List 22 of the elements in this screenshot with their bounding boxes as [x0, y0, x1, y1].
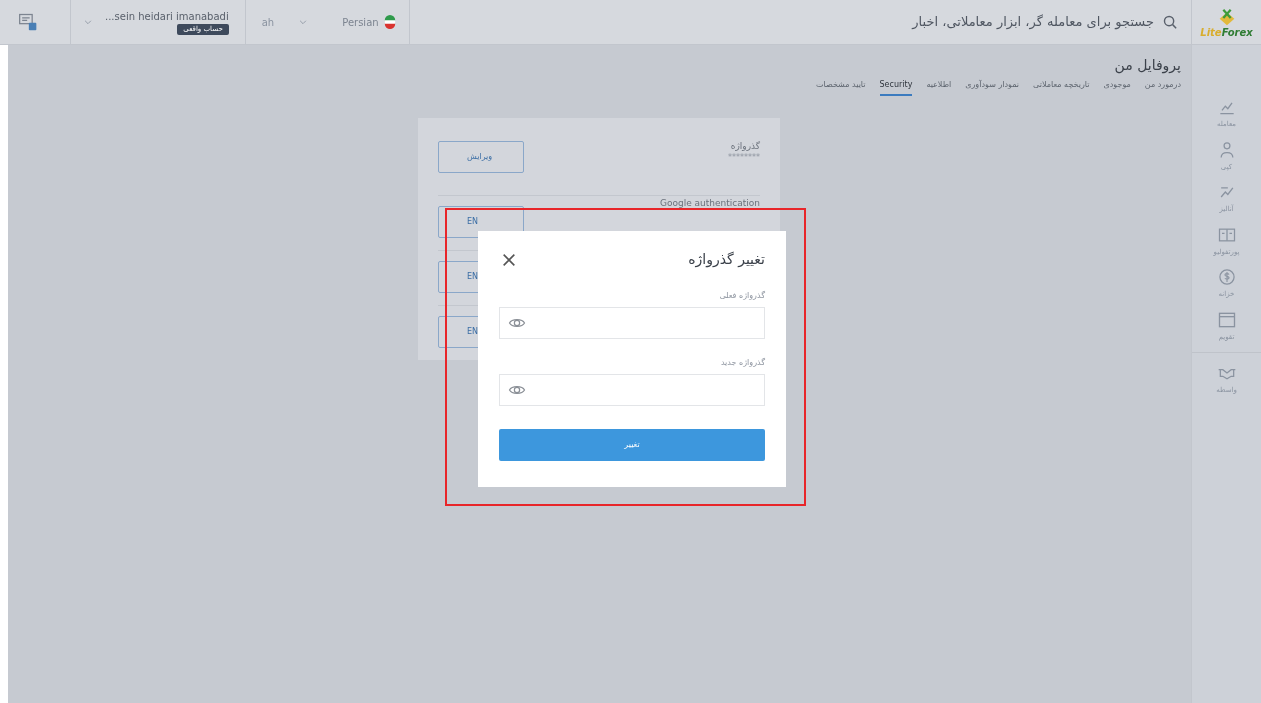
profile-tab[interactable]: اطلاعیه — [926, 78, 952, 96]
setting-label: گذرواژه — [730, 140, 760, 152]
logo-text: Forex — [1221, 27, 1253, 38]
profile-tab[interactable]: تاریخچه معاملاتی — [1033, 78, 1090, 96]
profile-tab[interactable]: Security — [879, 78, 913, 96]
profile-tab[interactable]: درمورد من — [1144, 78, 1181, 96]
field-label: گذرواژه جدید — [719, 357, 765, 369]
language-selector[interactable]: Persian — [330, 14, 409, 30]
logo-text: Lite — [1200, 27, 1222, 38]
setting-label: Google authentication — [659, 198, 760, 210]
search-field[interactable]: جستجو برای معامله گر، ابزار معاملاتی، اخبار — [408, 0, 1191, 44]
field-label: گذرواژه فعلی — [718, 290, 765, 302]
page-title: پروفایل من — [1114, 57, 1181, 75]
profile-tab[interactable]: نمودار سودآوری — [965, 78, 1020, 96]
user-name: ...sein heidari imanabadi — [105, 10, 229, 25]
setting-button[interactable]: ویرایش — [438, 140, 524, 173]
profile-tab[interactable]: موجودی — [1103, 78, 1131, 96]
submit-button[interactable]: تغییر — [499, 429, 765, 461]
password-mask: ******** — [728, 151, 760, 164]
account-code: ah — [261, 15, 275, 30]
dialog-title: تغییر گذرواژه — [688, 250, 765, 270]
profile-tab[interactable]: تایید مشخصات — [816, 78, 866, 96]
